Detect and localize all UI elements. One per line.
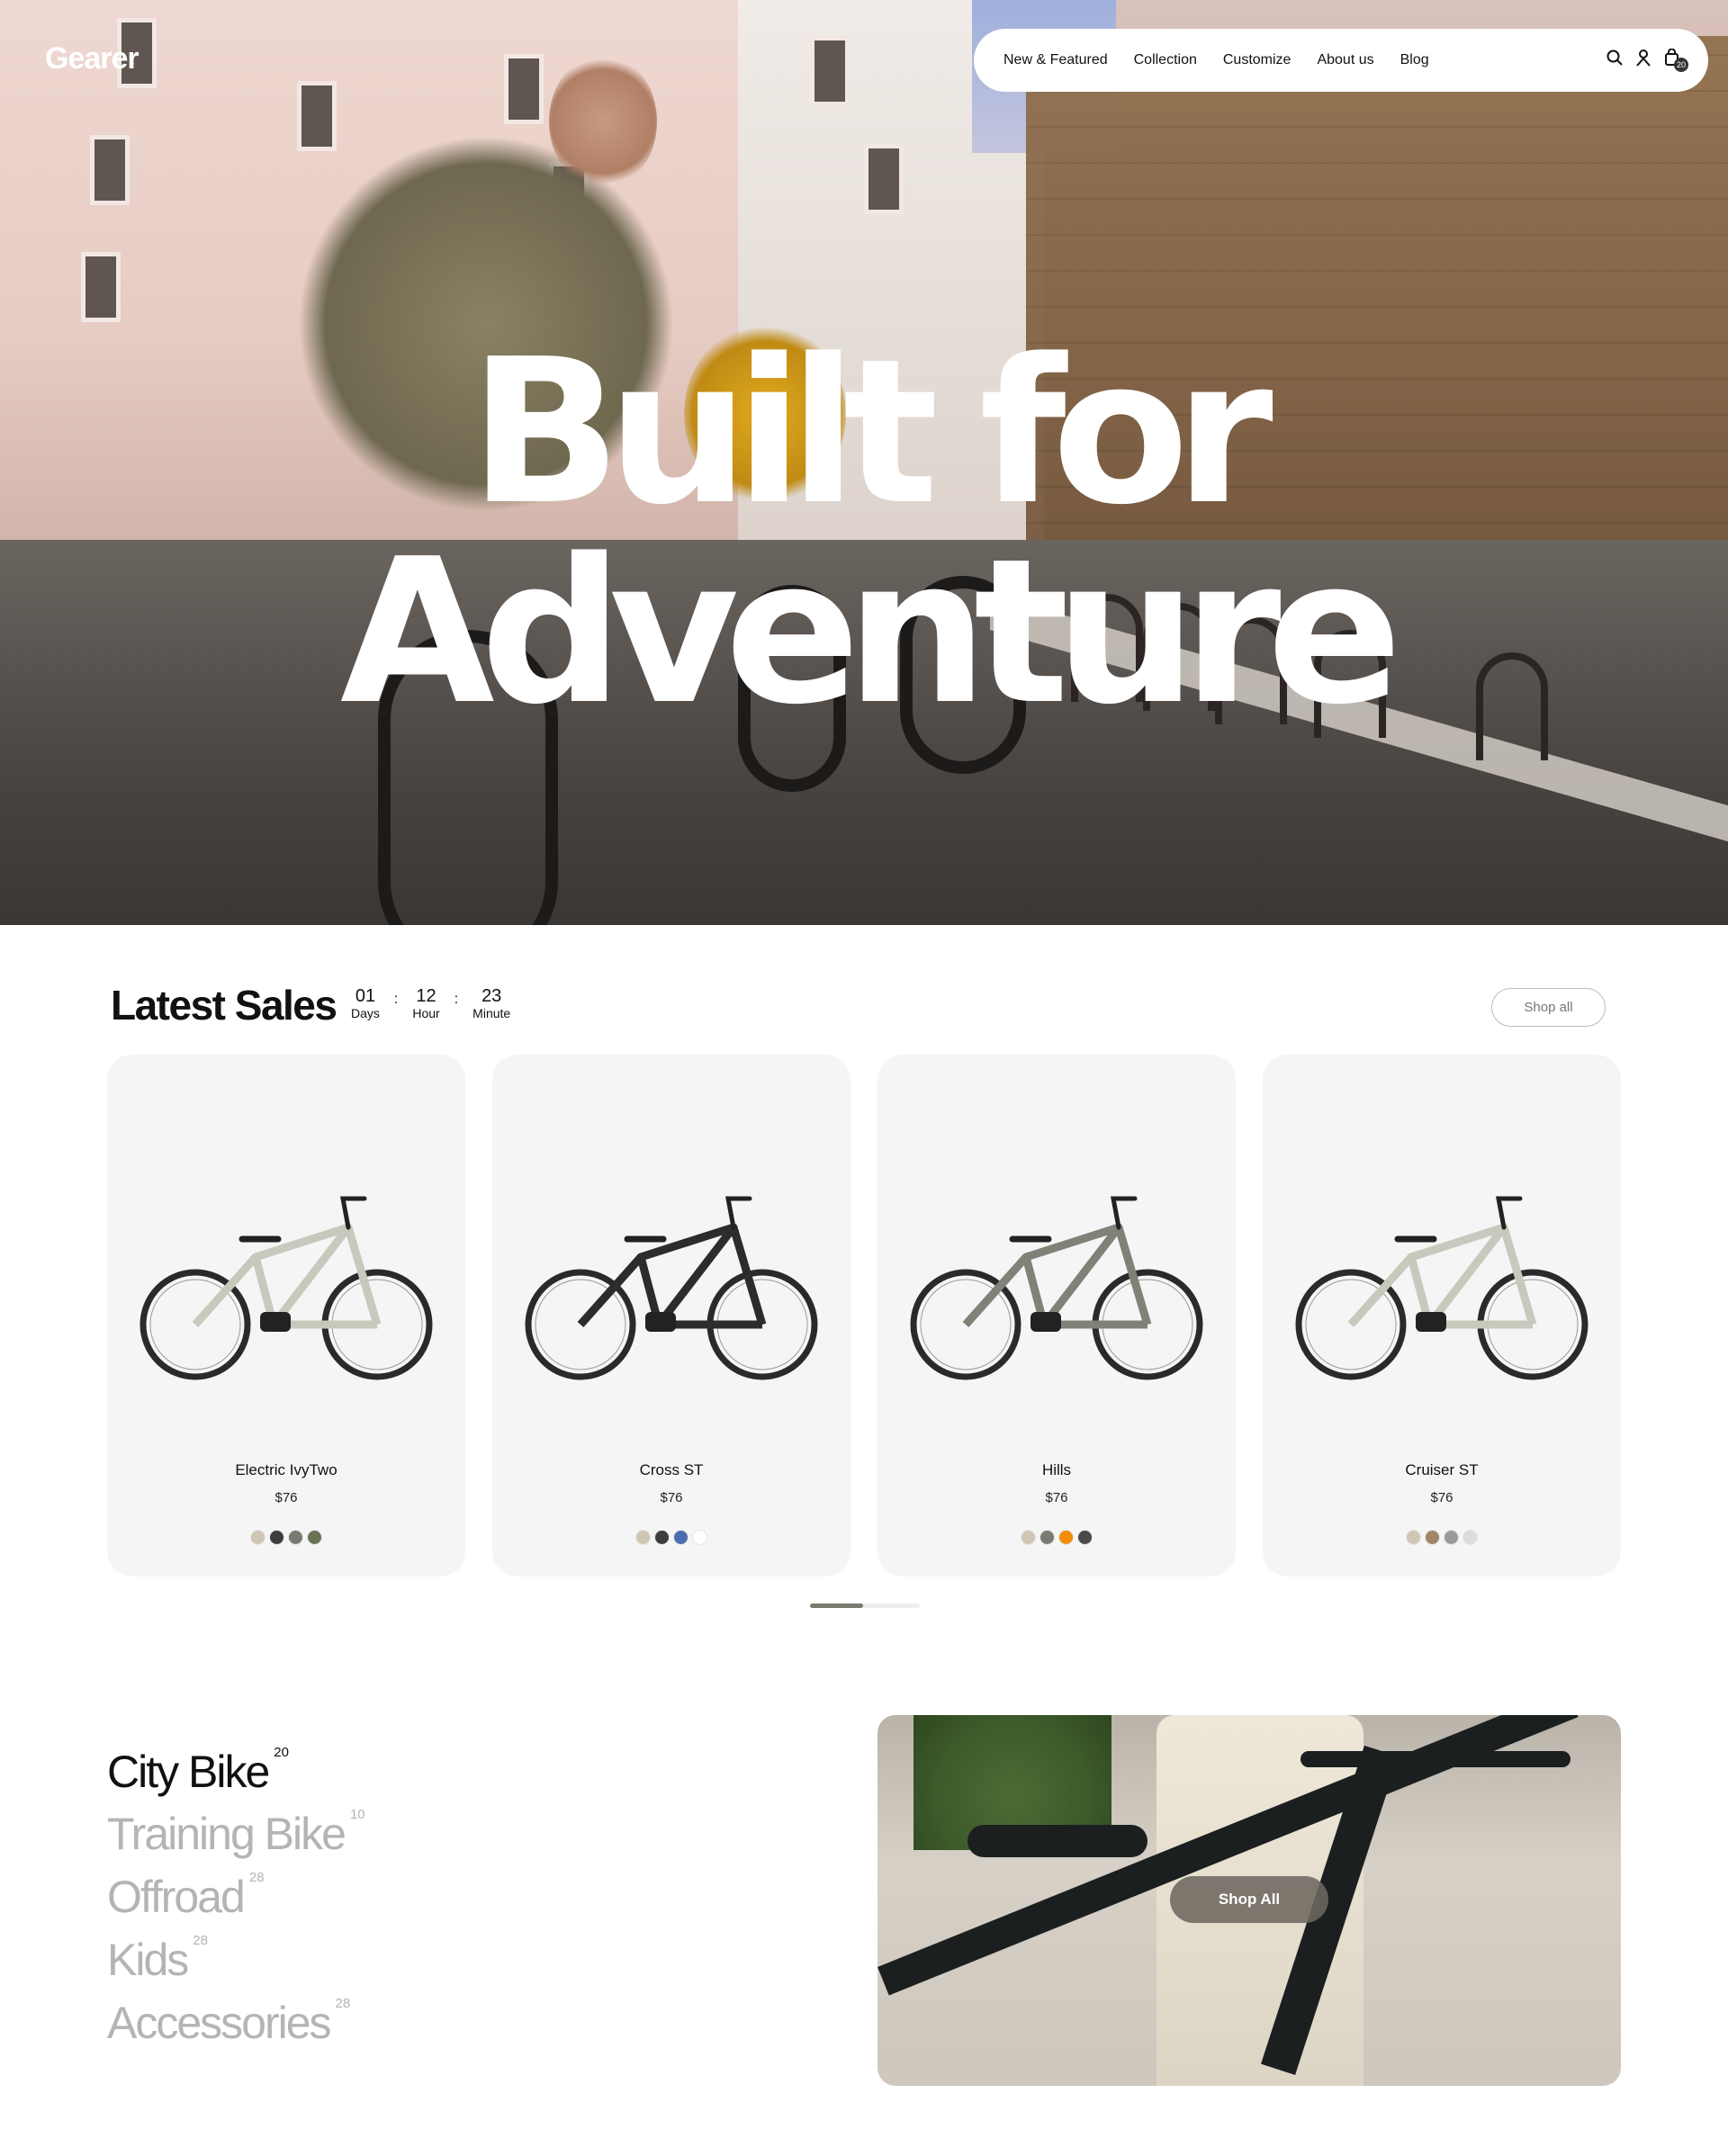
color-swatches bbox=[107, 1530, 465, 1545]
bag-icon[interactable]: 20 bbox=[1663, 49, 1688, 72]
promo-bike-saddle bbox=[968, 1825, 1148, 1857]
color-swatch[interactable] bbox=[692, 1530, 707, 1545]
hero-window bbox=[864, 144, 904, 214]
color-swatch[interactable] bbox=[654, 1530, 670, 1545]
product-card[interactable]: Hills $76 bbox=[878, 1055, 1236, 1577]
color-swatches bbox=[1263, 1530, 1621, 1545]
bike-image bbox=[140, 1196, 433, 1380]
category-item[interactable]: Training Bike 10 bbox=[107, 1808, 365, 1859]
product-price: $76 bbox=[1430, 1490, 1454, 1505]
promo-shop-all-button[interactable]: Shop All bbox=[1170, 1876, 1328, 1923]
color-swatch[interactable] bbox=[1425, 1530, 1440, 1545]
carousel-pager[interactable] bbox=[810, 1604, 920, 1608]
hero-rider-face bbox=[549, 54, 657, 189]
timer-minutes: 23 Minute bbox=[472, 986, 510, 1020]
cart-count-badge: 20 bbox=[1674, 58, 1688, 72]
product-price: $76 bbox=[660, 1490, 683, 1505]
nav-link-new-featured[interactable]: New & Featured bbox=[1004, 52, 1108, 68]
hero-window bbox=[90, 135, 130, 205]
promo-bike-handlebar bbox=[1300, 1751, 1570, 1767]
nav-link-customize[interactable]: Customize bbox=[1223, 52, 1292, 68]
bike-image bbox=[1295, 1196, 1588, 1380]
hero-window bbox=[504, 54, 544, 124]
hero-window bbox=[81, 252, 121, 322]
color-swatch[interactable] bbox=[1406, 1530, 1421, 1545]
category-label: Offroad bbox=[107, 1872, 246, 1922]
nav-links: New & Featured Collection Customize Abou… bbox=[1004, 52, 1455, 68]
product-name[interactable]: Cruiser ST bbox=[1263, 1461, 1621, 1479]
hero-section: Built for Adventure bbox=[0, 0, 1728, 925]
product-card[interactable]: Cross ST $76 bbox=[492, 1055, 850, 1577]
product-card[interactable]: Cruiser ST $76 bbox=[1263, 1055, 1621, 1577]
category-count: 28 bbox=[335, 1996, 351, 2011]
color-swatch[interactable] bbox=[1021, 1530, 1036, 1545]
color-swatch[interactable] bbox=[1058, 1530, 1074, 1545]
timer-days-value: 01 bbox=[355, 986, 376, 1006]
category-label: Accessories bbox=[107, 1998, 332, 2048]
hero-window bbox=[810, 36, 850, 106]
shop-all-button[interactable]: Shop all bbox=[1491, 988, 1606, 1027]
promo-banner[interactable]: Shop All bbox=[878, 1715, 1621, 2086]
latest-sales-heading: Latest Sales bbox=[111, 982, 338, 1029]
timer-hours-value: 12 bbox=[416, 986, 436, 1006]
user-icon[interactable] bbox=[1634, 49, 1652, 67]
category-count: 20 bbox=[274, 1745, 289, 1760]
color-swatch[interactable] bbox=[1444, 1530, 1459, 1545]
timer-separator: : bbox=[454, 992, 459, 1007]
product-price: $76 bbox=[274, 1490, 298, 1505]
color-swatch[interactable] bbox=[673, 1530, 688, 1545]
color-swatch[interactable] bbox=[288, 1530, 303, 1545]
color-swatch[interactable] bbox=[1040, 1530, 1055, 1545]
category-label: City Bike bbox=[107, 1747, 270, 1797]
nav-link-blog[interactable]: Blog bbox=[1400, 52, 1429, 68]
timer-hours-label: Hour bbox=[412, 1006, 440, 1020]
category-item[interactable]: City Bike 20 bbox=[107, 1746, 289, 1797]
nav-link-about-us[interactable]: About us bbox=[1317, 52, 1373, 68]
color-swatch[interactable] bbox=[635, 1530, 651, 1545]
category-item[interactable]: Kids 28 bbox=[107, 1934, 208, 1985]
timer-minutes-label: Minute bbox=[472, 1006, 511, 1020]
nav-icons: 20 bbox=[1606, 49, 1688, 72]
carousel-pager-progress bbox=[810, 1604, 863, 1608]
color-swatch[interactable] bbox=[269, 1530, 284, 1545]
product-card[interactable]: Electric IvyTwo $76 bbox=[107, 1055, 465, 1577]
bike-image bbox=[525, 1196, 818, 1380]
hero-window bbox=[297, 81, 337, 151]
top-navbar: New & Featured Collection Customize Abou… bbox=[974, 29, 1708, 92]
category-label: Kids bbox=[107, 1935, 189, 1985]
bike-image bbox=[910, 1196, 1203, 1380]
hero-title: Built for Adventure bbox=[339, 317, 1402, 749]
color-swatches bbox=[492, 1530, 850, 1545]
color-swatch[interactable] bbox=[307, 1530, 322, 1545]
category-item[interactable]: Accessories 28 bbox=[107, 1997, 350, 2048]
color-swatch[interactable] bbox=[250, 1530, 266, 1545]
timer-days-label: Days bbox=[351, 1006, 380, 1020]
color-swatch[interactable] bbox=[1462, 1530, 1478, 1545]
nav-link-collection[interactable]: Collection bbox=[1134, 52, 1197, 68]
product-name[interactable]: Hills bbox=[878, 1461, 1236, 1479]
category-label: Training Bike bbox=[107, 1809, 346, 1859]
timer-days: 01 Days bbox=[351, 986, 380, 1020]
search-icon[interactable] bbox=[1606, 49, 1624, 67]
timer-separator: : bbox=[393, 992, 399, 1007]
color-swatches bbox=[878, 1530, 1236, 1545]
product-name[interactable]: Electric IvyTwo bbox=[107, 1461, 465, 1479]
category-count: 28 bbox=[248, 1870, 265, 1885]
product-name[interactable]: Cross ST bbox=[492, 1461, 850, 1479]
countdown-timer: 01 Days : 12 Hour : 23 Minute bbox=[351, 986, 510, 1020]
category-count: 10 bbox=[349, 1807, 365, 1822]
brand-logo[interactable]: Gearer bbox=[45, 41, 140, 76]
timer-hours: 12 Hour bbox=[412, 986, 439, 1020]
product-price: $76 bbox=[1045, 1490, 1068, 1505]
timer-minutes-value: 23 bbox=[482, 986, 502, 1006]
category-count: 28 bbox=[193, 1933, 208, 1948]
color-swatch[interactable] bbox=[1077, 1530, 1093, 1545]
category-item[interactable]: Offroad 28 bbox=[107, 1871, 265, 1922]
